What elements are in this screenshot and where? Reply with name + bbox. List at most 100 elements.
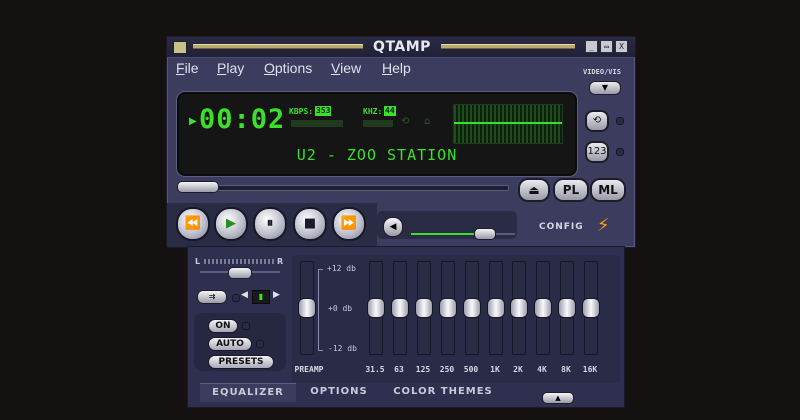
balance-label-right: R: [277, 257, 284, 266]
preset-indicator: ▮: [252, 290, 270, 304]
kbps-value: 353: [315, 106, 332, 116]
eq-band-label: 1K: [490, 365, 500, 374]
menu-help[interactable]: Help: [382, 60, 411, 76]
eq-band-thumb[interactable]: [510, 298, 528, 318]
eq-band-slider[interactable]: [558, 261, 576, 355]
maximize-button[interactable]: ▭: [600, 40, 613, 53]
eq-band-slider[interactable]: [534, 261, 552, 355]
eq-band-thumb[interactable]: [558, 298, 576, 318]
eq-band-slider[interactable]: [487, 261, 505, 355]
config-label[interactable]: CONFIG: [539, 222, 584, 232]
eq-shade-button[interactable]: ▲: [542, 392, 574, 404]
khz-label: KHZ:: [363, 107, 383, 116]
eq-band-thumb[interactable]: [367, 298, 385, 318]
eq-band-label: 2K: [513, 365, 523, 374]
preamp-thumb[interactable]: [298, 298, 316, 318]
window-title: QTAMP: [373, 39, 431, 55]
eq-band-thumb[interactable]: [582, 298, 600, 318]
play-button[interactable]: ▶: [214, 207, 248, 241]
elapsed-time[interactable]: 00:02: [199, 104, 285, 135]
lock-indicator-icon: ⌂: [424, 116, 431, 127]
menu-bar: File Play Options View Help: [167, 57, 579, 79]
play-indicator-icon: ▶: [189, 116, 197, 127]
preamp-label: PREAMP: [294, 365, 324, 374]
eject-button[interactable]: ⏏: [518, 178, 550, 202]
eq-on-button[interactable]: ON: [208, 319, 238, 333]
title-decoration-right: [441, 44, 575, 49]
eq-band-label: 8K: [561, 365, 571, 374]
media-library-button[interactable]: ML: [590, 178, 626, 202]
eq-band-slider[interactable]: [415, 261, 433, 355]
pause-button[interactable]: ⏸: [253, 207, 287, 241]
previous-button[interactable]: ⏪: [176, 207, 210, 241]
main-window: QTAMP _ ▭ X File Play Options View Help …: [166, 36, 636, 248]
menu-options[interactable]: Options: [264, 60, 312, 76]
seek-bar[interactable]: [177, 185, 509, 191]
playlist-button[interactable]: PL: [553, 178, 589, 202]
eq-band-label: 250: [439, 365, 455, 374]
eq-band-slider[interactable]: [510, 261, 528, 355]
shuffle-button[interactable]: 123: [585, 141, 609, 163]
db-label-mid: +0 db: [328, 304, 353, 313]
balance-label-left: L: [195, 257, 201, 266]
eq-band-label: 500: [463, 365, 479, 374]
visualizer[interactable]: [453, 104, 563, 144]
eq-band-thumb[interactable]: [487, 298, 505, 318]
lcd-display: ▶ 00:02 KBPS: 353 KHZ: 44 ⟲ ⌂ U2 - ZOO S…: [177, 92, 577, 176]
repeat-indicator-icon: ⟲: [401, 116, 410, 127]
eq-band-label: 31.5: [365, 365, 385, 374]
eq-presets-button[interactable]: PRESETS: [208, 355, 274, 369]
minimize-button[interactable]: _: [585, 40, 598, 53]
title-bar[interactable]: QTAMP _ ▭ X: [167, 37, 635, 58]
volume-thumb[interactable]: [474, 228, 496, 240]
eq-band-thumb[interactable]: [534, 298, 552, 318]
menu-play[interactable]: Play: [217, 60, 244, 76]
visualizer-trace: [454, 122, 562, 124]
song-title: U2 - ZOO STATION: [296, 146, 458, 164]
balance-thumb[interactable]: [228, 267, 252, 279]
menu-view[interactable]: View: [331, 60, 361, 76]
eq-auto-led: [256, 340, 264, 348]
preamp-slider[interactable]: [298, 261, 316, 355]
eq-band-thumb[interactable]: [391, 298, 409, 318]
eq-auto-button[interactable]: AUTO: [208, 337, 252, 351]
eq-band-slider[interactable]: [582, 261, 600, 355]
tab-color-themes[interactable]: COLOR THEMES: [384, 383, 502, 401]
next-button[interactable]: ⏩: [332, 207, 366, 241]
eq-mode-led: [232, 294, 240, 302]
balance-meter: [204, 259, 274, 264]
app-icon[interactable]: [173, 41, 187, 54]
kbps-label: KBPS:: [289, 107, 314, 116]
close-button[interactable]: X: [615, 40, 628, 53]
db-label-bottom: -12 db: [328, 344, 357, 353]
eq-on-led: [242, 322, 250, 330]
prev-preset-arrow[interactable]: ◀: [241, 290, 248, 300]
stop-button[interactable]: ■: [293, 207, 327, 241]
repeat-button[interactable]: ⟲: [585, 110, 609, 132]
shuffle-led: [616, 148, 624, 156]
eq-band-label: 16K: [582, 365, 598, 374]
lightning-icon[interactable]: ⚡: [597, 215, 610, 236]
tab-equalizer[interactable]: EQUALIZER: [200, 383, 296, 402]
khz-value: 44: [384, 106, 396, 116]
eq-band-slider[interactable]: [463, 261, 481, 355]
eq-band-slider[interactable]: [367, 261, 385, 355]
db-label-top: +12 db: [327, 264, 356, 273]
mono-indicator: [363, 120, 393, 127]
tab-options[interactable]: OPTIONS: [300, 383, 378, 401]
menu-file[interactable]: File: [176, 60, 199, 76]
video-vis-label: VIDEO/VIS: [583, 68, 621, 76]
next-preset-arrow[interactable]: ▶: [273, 290, 280, 300]
eq-band-thumb[interactable]: [463, 298, 481, 318]
seek-thumb[interactable]: [177, 181, 219, 193]
eq-band-slider[interactable]: [391, 261, 409, 355]
eq-band-label: 125: [415, 365, 431, 374]
title-decoration-left: [193, 44, 363, 49]
eq-mode-button[interactable]: ⇉: [197, 290, 227, 304]
eq-band-slider[interactable]: [439, 261, 457, 355]
eq-band-thumb[interactable]: [439, 298, 457, 318]
eq-band-thumb[interactable]: [415, 298, 433, 318]
stereo-indicator: [291, 120, 343, 127]
video-vis-dropdown-button[interactable]: ▼: [589, 81, 621, 95]
speaker-icon[interactable]: ◀: [383, 217, 403, 237]
